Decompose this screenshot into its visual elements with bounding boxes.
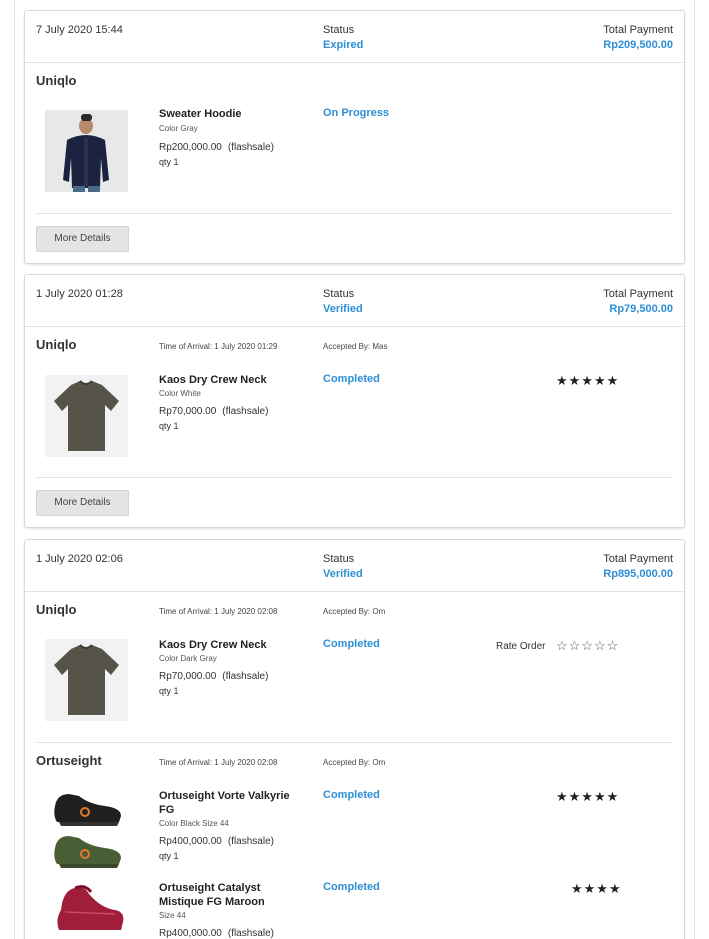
product-variant: Color Gray [159,124,198,133]
total-payment-label: Total Payment [603,553,673,565]
product-name[interactable]: Sweater Hoodie [159,107,299,121]
price-value: Rp200,000.00 [159,142,222,153]
star-rating: ★★★★ [571,881,622,896]
order-card: 7 July 2020 15:44 Status Expired Total P… [24,10,685,264]
order-status: Verified [323,568,363,580]
arrival-time: Time of Arrival: 1 July 2020 01:29 [159,342,278,351]
product-name[interactable]: Ortuseight Vorte Valkyrie FG [159,789,299,817]
total-payment-value: Rp895,000.00 [603,568,673,580]
item-status: Completed [323,638,380,650]
store-section: Uniqlo Sweater Hoodie Color Gray Rp200,0… [25,63,684,263]
product-qty: qty 1 [159,157,179,167]
order-date: 1 July 2020 02:06 [36,553,123,565]
store-section: Uniqlo Time of Arrival: 1 July 2020 01:2… [25,327,684,527]
accepted-by: Accepted By: Mas [323,342,388,351]
product-variant: Color White [159,389,201,398]
flashsale-tag: (flashsale) [227,836,274,847]
flashsale-tag: (flashsale) [222,671,269,682]
price-value: Rp400,000.00 [159,836,222,847]
arrival-time: Time of Arrival: 1 July 2020 02:08 [159,607,278,616]
product-variant: Color Black Size 44 [159,819,229,828]
product-price: Rp400,000.00 (flashsale) [159,928,274,939]
divider [36,742,673,743]
total-payment-label: Total Payment [603,24,673,36]
order-header: 7 July 2020 15:44 Status Expired Total P… [25,11,684,63]
order-header: 1 July 2020 01:28 Status Verified Total … [25,275,684,327]
hoodie-photo[interactable] [45,110,128,192]
item-status: Completed [323,789,380,801]
order-date: 7 July 2020 15:44 [36,24,123,36]
rate-order-label: Rate Order [496,641,546,652]
order-status: Expired [323,39,364,51]
store-name: Uniqlo [36,602,77,617]
product-price: Rp400,000.00 (flashsale) [159,836,274,847]
flashsale-tag: (flashsale) [227,928,274,939]
page-border-left [14,0,15,939]
order-status: Verified [323,303,363,315]
accepted-by: Accepted By: Om [323,607,386,616]
flashsale-tag: (flashsale) [227,142,274,153]
accepted-by: Accepted By: Om [323,758,386,767]
store-name: Ortuseight [36,753,102,768]
more-details-button[interactable]: More Details [36,226,129,252]
price-value: Rp400,000.00 [159,928,222,939]
item-status: Completed [323,373,380,385]
tshirt-photo[interactable] [45,375,128,457]
product-price: Rp70,000.00 (flashsale) [159,406,268,417]
price-value: Rp70,000.00 [159,671,217,682]
store-name: Uniqlo [36,73,77,88]
divider [36,477,673,478]
product-name[interactable]: Kaos Dry Crew Neck [159,638,299,652]
flashsale-tag: (flashsale) [222,406,269,417]
order-date: 1 July 2020 01:28 [36,288,123,300]
product-qty: qty 1 [159,686,179,696]
product-variant: Color Dark Gray [159,654,217,663]
status-label: Status [323,288,355,300]
status-label: Status [323,553,355,565]
price-value: Rp70,000.00 [159,406,217,417]
arrival-time: Time of Arrival: 1 July 2020 02:08 [159,758,278,767]
order-card: 1 July 2020 02:06 Status Verified Total … [24,539,685,939]
total-payment-label: Total Payment [603,288,673,300]
item-status: On Progress [323,107,390,119]
product-qty: qty 1 [159,421,179,431]
product-price: Rp70,000.00 (flashsale) [159,671,268,682]
rate-order-stars[interactable]: ☆☆☆☆☆ [556,638,619,654]
divider [36,213,673,214]
order-header: 1 July 2020 02:06 Status Verified Total … [25,540,684,592]
total-payment-value: Rp209,500.00 [603,39,673,51]
product-name[interactable]: Ortuseight Catalyst Mistique FG Maroon [159,881,299,909]
star-rating: ★★★★★ [556,373,620,388]
product-price: Rp200,000.00 (flashsale) [159,142,274,153]
order-card: 1 July 2020 01:28 Status Verified Total … [24,274,685,528]
more-details-button[interactable]: More Details [36,490,129,516]
boot-maroon-photo[interactable] [45,880,128,939]
store-name: Uniqlo [36,337,77,352]
product-name[interactable]: Kaos Dry Crew Neck [159,373,299,387]
store-section: Ortuseight Time of Arrival: 1 July 2020 … [25,744,684,939]
tshirt-photo[interactable] [45,639,128,721]
boot-photo[interactable] [45,786,128,872]
product-variant: Size 44 [159,911,186,920]
status-label: Status [323,24,355,36]
page-border-right [694,0,695,939]
item-status: Completed [323,881,380,893]
star-rating: ★★★★★ [556,789,620,804]
product-qty: qty 1 [159,851,179,861]
total-payment-value: Rp79,500.00 [609,303,673,315]
store-section: Uniqlo Time of Arrival: 1 July 2020 02:0… [25,592,684,744]
